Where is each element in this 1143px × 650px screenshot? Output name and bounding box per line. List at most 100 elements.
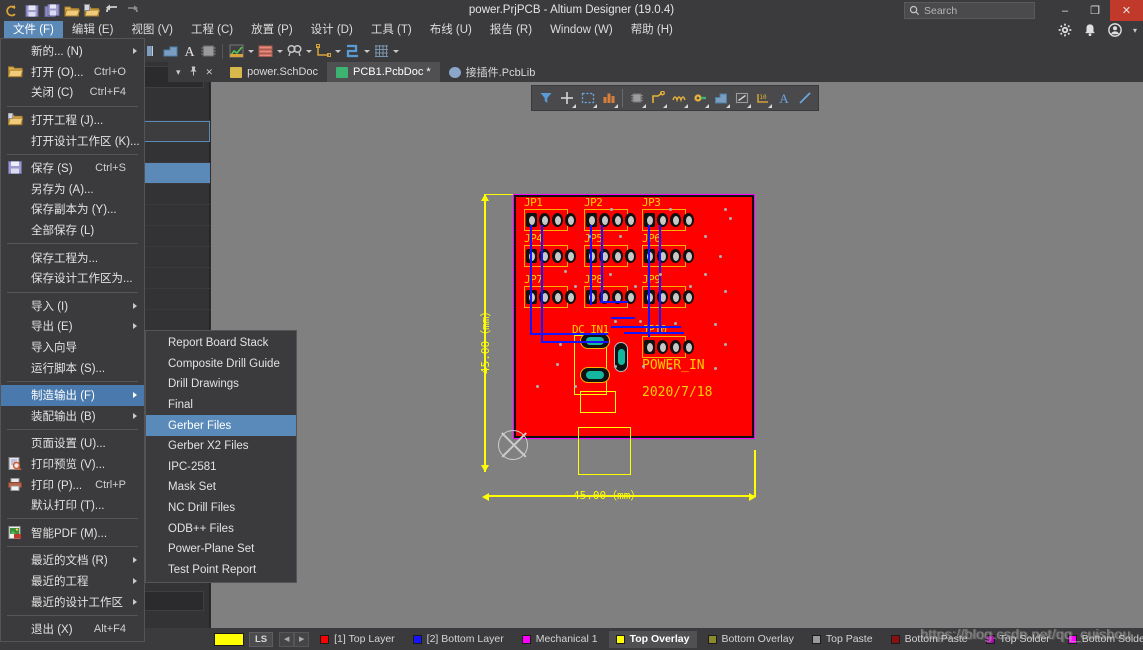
menu-help[interactable]: 帮助 (H) [622, 21, 682, 40]
pad[interactable] [670, 340, 681, 354]
place-component-icon[interactable] [199, 42, 218, 60]
pad[interactable] [683, 290, 694, 304]
menu-place[interactable]: 放置 (P) [242, 21, 302, 40]
via[interactable] [639, 320, 642, 323]
place-rectangle-icon[interactable] [577, 87, 598, 109]
submenu-item-nc-drill-files[interactable]: NC Drill Files [146, 498, 296, 519]
layer-tab-top-paste[interactable]: Top Paste [805, 631, 880, 648]
via[interactable] [674, 322, 677, 325]
via[interactable] [564, 270, 567, 273]
via[interactable] [669, 208, 672, 211]
layer-tab-top-overlay[interactable]: Top Overlay [608, 630, 697, 648]
crosshair-place-icon[interactable] [556, 87, 577, 109]
layer-stack-icon[interactable] [256, 42, 275, 60]
submenu-item-gerber-files[interactable]: Gerber Files [146, 415, 296, 436]
via[interactable] [610, 208, 613, 211]
menu-item-default-print[interactable]: 默认打印 (T)... [1, 495, 144, 516]
menu-item-export[interactable]: 导出 (E) [1, 316, 144, 337]
menu-item-exit[interactable]: 退出 (X) Alt+F4 [1, 619, 144, 640]
via[interactable] [704, 235, 707, 238]
pcb-canvas[interactable]: 10 A 45.00（mm） 45.00（mm） JP1 JP2 JP3 JP4… [211, 82, 1143, 628]
pad[interactable] [670, 249, 681, 263]
dc-pad-2[interactable] [580, 367, 610, 383]
pad[interactable] [565, 213, 576, 227]
submenu-item-final[interactable]: Final [146, 395, 296, 416]
submenu-item-report-board-stack[interactable]: Report Board Stack [146, 333, 296, 354]
pad[interactable] [552, 213, 563, 227]
via[interactable] [689, 285, 692, 288]
layer-tab-bottom-layer[interactable]: [2] Bottom Layer [406, 631, 511, 648]
close-button[interactable]: ✕ [1110, 0, 1143, 21]
via[interactable] [704, 273, 707, 276]
menu-item-save-project-as[interactable]: 保存工程为... [1, 247, 144, 268]
menu-project[interactable]: 工程 (C) [182, 21, 242, 40]
submenu-item-drill-drawings[interactable]: Drill Drawings [146, 374, 296, 395]
chevron-down-icon[interactable] [246, 42, 256, 60]
pad[interactable] [683, 213, 694, 227]
menu-item-import-wizard[interactable]: 导入向导 [1, 337, 144, 358]
menu-tools[interactable]: 工具 (T) [362, 21, 421, 40]
layer-tab-mechanical-1[interactable]: Mechanical 1 [515, 631, 605, 648]
pad[interactable] [612, 249, 623, 263]
via[interactable] [614, 365, 617, 368]
via[interactable] [669, 367, 672, 370]
via[interactable] [729, 217, 732, 220]
via[interactable] [619, 235, 622, 238]
menu-item-save-workspace-as[interactable]: 保存设计工作区为... [1, 268, 144, 289]
layer-prev-button[interactable]: ◀ [279, 631, 295, 647]
gear-icon[interactable] [1058, 23, 1072, 37]
pin-icon[interactable] [189, 66, 198, 78]
menu-item-open[interactable]: 打开 (O)... Ctrl+O [1, 62, 144, 83]
via[interactable] [609, 273, 612, 276]
layer-sets-button[interactable]: LS [249, 631, 274, 647]
place-component-icon[interactable] [626, 87, 647, 109]
submenu-item-mask-set[interactable]: Mask Set [146, 477, 296, 498]
chevron-down-icon[interactable] [275, 42, 285, 60]
dimension-icon[interactable] [314, 42, 333, 60]
tab-pcblib[interactable]: 接插件.PcbLib [440, 62, 545, 82]
pad[interactable] [612, 213, 623, 227]
pad[interactable] [657, 340, 668, 354]
filter-icon[interactable] [535, 87, 556, 109]
via[interactable] [634, 285, 637, 288]
via[interactable] [719, 255, 722, 258]
redo-arrow-icon[interactable] [124, 3, 140, 19]
via[interactable] [642, 365, 645, 368]
chevron-down-icon[interactable] [362, 42, 372, 60]
via[interactable] [659, 273, 662, 276]
close-tab-icon[interactable]: ✕ [206, 67, 214, 78]
pad[interactable] [552, 290, 563, 304]
save-all-icon[interactable] [44, 3, 60, 19]
menu-item-print-preview[interactable]: 打印预览 (V)... [1, 454, 144, 475]
chevron-down-icon[interactable]: ▾ [1133, 26, 1137, 35]
layer-tab-bottom-solder[interactable]: Bottom Solder [1061, 631, 1143, 648]
layer-next-button[interactable]: ▶ [294, 631, 310, 647]
menu-item-assembly-outputs[interactable]: 装配输出 (B) [1, 406, 144, 427]
grid-icon[interactable] [372, 42, 391, 60]
menu-item-recent-projects[interactable]: 最近的工程 [1, 571, 144, 592]
search-input[interactable]: Search [904, 2, 1035, 19]
tab-power-schdoc[interactable]: power.SchDoc [221, 62, 327, 82]
tab-pcb1-pcbdoc[interactable]: PCB1.PcbDoc * [327, 62, 440, 82]
differential-pair-route-icon[interactable] [668, 87, 689, 109]
submenu-item-test-point-report[interactable]: Test Point Report [146, 560, 296, 581]
undo-history-icon[interactable] [4, 3, 20, 19]
via[interactable] [714, 367, 717, 370]
layer-tab-bottom-overlay[interactable]: Bottom Overlay [701, 631, 801, 648]
place-pad-icon[interactable] [689, 87, 710, 109]
pad[interactable] [670, 213, 681, 227]
place-string-icon[interactable]: A [773, 87, 794, 109]
pad[interactable] [625, 213, 636, 227]
chevron-down-icon[interactable] [333, 42, 343, 60]
submenu-item-ipc-2581[interactable]: IPC-2581 [146, 457, 296, 478]
open-project-icon[interactable] [84, 3, 101, 19]
via[interactable] [724, 343, 727, 346]
active-layer-color-swatch[interactable] [214, 632, 244, 646]
menu-item-recent-documents[interactable]: 最近的文档 (R) [1, 550, 144, 571]
design-rule-check-icon[interactable] [227, 42, 246, 60]
place-polygon-icon[interactable] [161, 42, 180, 60]
via[interactable] [588, 235, 591, 238]
bell-icon[interactable] [1083, 23, 1097, 37]
menu-item-close[interactable]: 关闭 (C) Ctrl+F4 [1, 82, 144, 103]
layer-tab-top-layer[interactable]: [1] Top Layer [313, 631, 402, 648]
